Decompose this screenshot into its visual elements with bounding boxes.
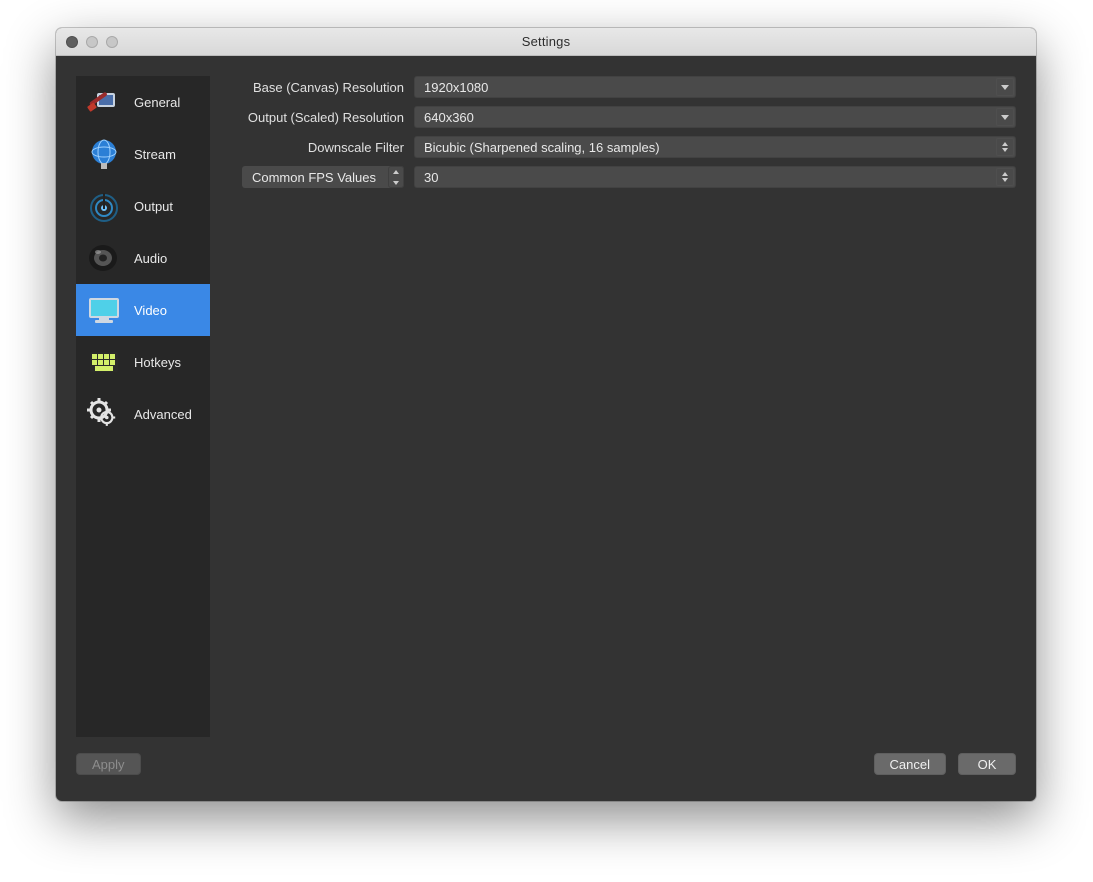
hotkeys-icon	[84, 342, 124, 382]
general-icon	[84, 82, 124, 122]
base-resolution-label: Base (Canvas) Resolution	[236, 80, 404, 95]
downscale-filter-value: Bicubic (Sharpened scaling, 16 samples)	[424, 140, 660, 155]
sidebar-item-hotkeys[interactable]: Hotkeys	[76, 336, 210, 388]
close-icon[interactable]	[66, 36, 78, 48]
sidebar-item-label: Advanced	[134, 407, 192, 422]
titlebar: Settings	[56, 28, 1036, 56]
chevron-down-icon	[996, 78, 1014, 96]
fps-value-dropdown[interactable]: 30	[414, 166, 1016, 188]
advanced-icon	[84, 394, 124, 434]
output-resolution-dropdown[interactable]: 640x360	[414, 106, 1016, 128]
footer: Apply Cancel OK	[76, 747, 1016, 781]
output-resolution-value: 640x360	[424, 110, 474, 125]
fps-mode-dropdown[interactable]: Common FPS Values	[242, 166, 404, 188]
sidebar-item-audio[interactable]: Audio	[76, 232, 210, 284]
sidebar-item-label: Audio	[134, 251, 167, 266]
sidebar-item-stream[interactable]: Stream	[76, 128, 210, 180]
sidebar-item-advanced[interactable]: Advanced	[76, 388, 210, 440]
sidebar-item-label: Output	[134, 199, 173, 214]
ok-button[interactable]: OK	[958, 753, 1016, 775]
maximize-icon[interactable]	[106, 36, 118, 48]
base-resolution-dropdown[interactable]: 1920x1080	[414, 76, 1016, 98]
cancel-button[interactable]: Cancel	[874, 753, 946, 775]
fps-value: 30	[424, 170, 438, 185]
sidebar-item-label: Video	[134, 303, 167, 318]
base-resolution-value: 1920x1080	[424, 80, 488, 95]
settings-form: Base (Canvas) Resolution 1920x1080 Outpu…	[236, 76, 1016, 737]
chevron-down-icon	[996, 108, 1014, 126]
sidebar-item-label: Stream	[134, 147, 176, 162]
sidebar: General Stream	[76, 76, 210, 737]
minimize-icon[interactable]	[86, 36, 98, 48]
updown-icon	[996, 138, 1014, 156]
sidebar-item-general[interactable]: General	[76, 76, 210, 128]
output-icon	[84, 186, 124, 226]
window-controls	[66, 36, 118, 48]
downscale-filter-dropdown[interactable]: Bicubic (Sharpened scaling, 16 samples)	[414, 136, 1016, 158]
settings-window: Settings General	[56, 28, 1036, 801]
updown-icon	[388, 166, 404, 188]
updown-icon	[996, 168, 1014, 186]
downscale-filter-label: Downscale Filter	[236, 140, 404, 155]
apply-button[interactable]: Apply	[76, 753, 141, 775]
stream-icon	[84, 134, 124, 174]
fps-mode-label: Common FPS Values	[252, 170, 376, 185]
sidebar-item-label: General	[134, 95, 180, 110]
window-title: Settings	[56, 34, 1036, 49]
audio-icon	[84, 238, 124, 278]
output-resolution-label: Output (Scaled) Resolution	[236, 110, 404, 125]
sidebar-item-output[interactable]: Output	[76, 180, 210, 232]
video-icon	[84, 290, 124, 330]
sidebar-item-label: Hotkeys	[134, 355, 181, 370]
sidebar-item-video[interactable]: Video	[76, 284, 210, 336]
